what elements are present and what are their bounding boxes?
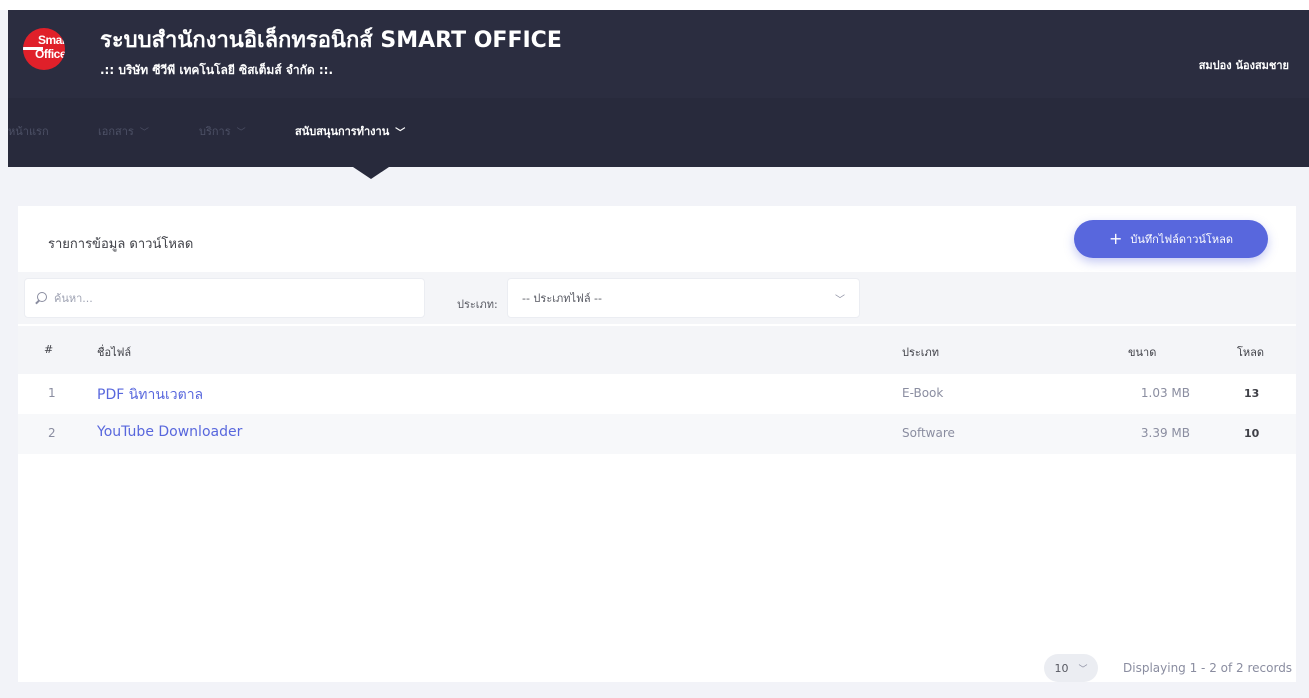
table-header: # ชื่อไฟล์ ประเภท ขนาด โหลด — [18, 326, 1296, 374]
chevron-down-icon: ﹀ — [139, 127, 149, 138]
file-size: 3.39 MB — [1140, 426, 1190, 440]
filter-bar: ประเภท: -- ประเภทไฟล์ -- ﹀ — [18, 272, 1296, 324]
file-name-link[interactable]: PDF นิทานเวตาล — [97, 384, 203, 406]
active-nav-pointer — [353, 167, 389, 179]
page-size-select[interactable]: 10 ﹀ — [1044, 654, 1098, 682]
download-count: 13 — [1244, 387, 1260, 400]
nav-item-label: หน้าแรก — [8, 125, 49, 138]
chevron-down-icon: ﹀ — [835, 294, 845, 306]
chevron-down-icon: ﹀ — [395, 127, 406, 139]
logo-text-top: Smart — [38, 33, 65, 47]
add-download-file-button[interactable]: + บันทึกไฟล์ดาวน์โหลด — [1074, 220, 1268, 258]
file-size: 1.03 MB — [1140, 386, 1190, 400]
app-title: ระบบสำนักงานอิเล็กทรอนิกส์ SMART OFFICE — [100, 28, 562, 53]
row-number: 1 — [48, 386, 56, 400]
nav-item-services[interactable]: บริการ ﹀ — [199, 122, 246, 140]
column-header-downloads[interactable]: โหลด — [1237, 343, 1264, 361]
plus-icon: + — [1109, 229, 1123, 248]
type-select[interactable]: -- ประเภทไฟล์ -- ﹀ — [507, 278, 860, 318]
nav-item-label: บริการ — [199, 125, 231, 138]
file-type: Software — [902, 426, 955, 440]
search-icon — [35, 291, 48, 305]
downloads-card: รายการข้อมูล ดาวน์โหลด + บันทึกไฟล์ดาวน์… — [18, 206, 1296, 682]
file-name-link[interactable]: YouTube Downloader — [97, 424, 242, 440]
nav-item-label: สนับสนุนการทำงาน — [295, 125, 390, 138]
column-header-size[interactable]: ขนาด — [1128, 343, 1156, 361]
search-input[interactable] — [54, 291, 414, 305]
nav-item-label: เอกสาร — [98, 125, 134, 138]
table-row: 1 PDF นิทานเวตาล E-Book 1.03 MB 13 — [18, 374, 1296, 414]
download-count: 10 — [1244, 427, 1260, 440]
page-size-value: 10 — [1054, 661, 1069, 675]
nav-item-home[interactable]: หน้าแรก — [8, 122, 49, 140]
column-header-filename[interactable]: ชื่อไฟล์ — [97, 343, 131, 361]
row-number: 2 — [48, 426, 56, 440]
smart-office-logo[interactable]: Smart Office — [23, 28, 65, 70]
page-title: รายการข้อมูล ดาวน์โหลด — [48, 237, 194, 252]
nav-item-documents[interactable]: เอกสาร ﹀ — [98, 122, 149, 140]
type-filter-label: ประเภท: — [457, 298, 498, 311]
company-subtitle: .:: บริษัท ซีวีพี เทคโนโลยี ซิสเต็มส์ จำ… — [100, 63, 333, 77]
search-box[interactable] — [24, 278, 425, 318]
add-button-label: บันทึกไฟล์ดาวน์โหลด — [1130, 233, 1233, 246]
nav-item-work-support[interactable]: สนับสนุนการทำงาน ﹀ — [295, 122, 405, 140]
column-header-type[interactable]: ประเภท — [902, 343, 939, 361]
table-row: 2 YouTube Downloader Software 3.39 MB 10 — [18, 414, 1296, 454]
user-menu[interactable]: สมปอง น้องสมชาย — [1199, 56, 1289, 74]
top-strip — [0, 0, 1309, 10]
chevron-down-icon: ﹀ — [236, 127, 246, 138]
file-type: E-Book — [902, 386, 944, 400]
main-nav: หน้าแรก เอกสาร ﹀ บริการ ﹀ สนับสนุนการทำง… — [8, 122, 1309, 142]
pagination-info: Displaying 1 - 2 of 2 records — [1123, 661, 1293, 675]
type-select-value: -- ประเภทไฟล์ -- — [522, 292, 602, 305]
logo-text-bottom: Office — [35, 47, 65, 61]
app-header: Smart Office ระบบสำนักงานอิเล็กทรอนิกส์ … — [8, 10, 1309, 179]
column-header-number[interactable]: # — [44, 343, 53, 356]
chevron-down-icon: ﹀ — [1078, 664, 1088, 675]
